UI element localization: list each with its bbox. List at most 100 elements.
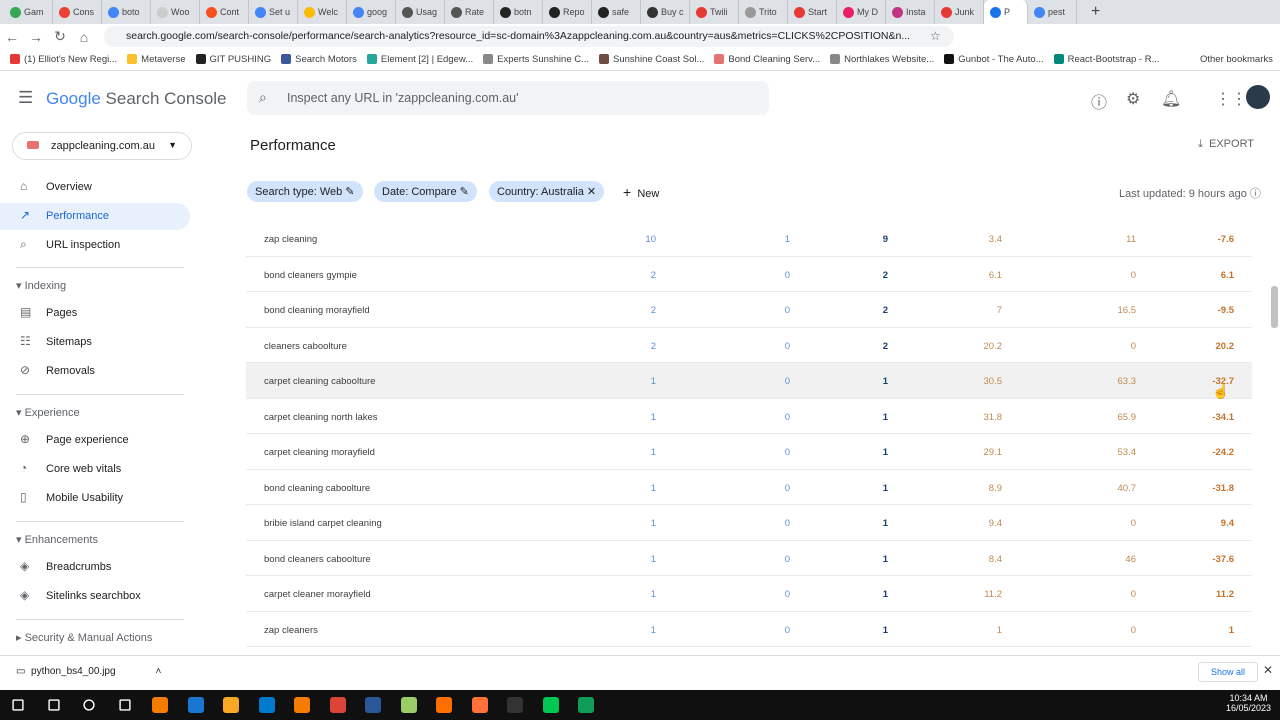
bookmark[interactable]: Experts Sunshine C... — [483, 54, 589, 65]
browser-tab[interactable]: Usag — [396, 0, 445, 24]
browser-tab[interactable]: safe — [592, 0, 641, 24]
bookmark[interactable]: Sunshine Coast Sol... — [599, 54, 704, 65]
sidebar-item-breadcrumbs[interactable]: ◈ Breadcrumbs — [0, 554, 190, 581]
browser-tab[interactable]: Cons — [53, 0, 102, 24]
cortana-taskbar-icon[interactable] — [83, 699, 95, 711]
task-view-taskbar-icon[interactable] — [118, 699, 131, 711]
property-selector[interactable]: zappcleaning.com.au ▼ — [12, 132, 192, 160]
back-icon[interactable]: ← — [0, 29, 24, 45]
bookmark[interactable]: GIT PUSHING — [195, 54, 271, 65]
url-input[interactable]: search.google.com/search-console/perform… — [104, 26, 954, 47]
close-icon[interactable]: ✕ — [1263, 663, 1273, 677]
filter-date[interactable]: Date: Compare ✎ — [374, 181, 477, 202]
table-row[interactable]: carpet cleaning morayfield 1 0 1 29.1 53.4 -24… — [246, 434, 1252, 470]
menu-icon[interactable]: ☰ — [18, 88, 33, 108]
scrollbar[interactable] — [1271, 286, 1278, 328]
url-inspect-input[interactable]: ⌕ Inspect any URL in 'zappcleaning.com.au… — [247, 81, 769, 115]
apps-icon[interactable]: ⋮⋮ — [1215, 89, 1247, 109]
browser-tab[interactable]: Rate — [445, 0, 494, 24]
new-filter-button[interactable]: + New — [623, 184, 659, 200]
bookmark[interactable]: Northlakes Website... — [830, 54, 934, 65]
bookmark[interactable]: Search Motors — [281, 54, 357, 65]
table-row[interactable]: bond cleaners caboolture 1 0 1 8.4 46 -37.6 — [246, 541, 1252, 576]
browser-tab[interactable]: Repo — [543, 0, 592, 24]
table-row[interactable]: bond cleaners gympie 2 0 2 6.1 0 6.1 — [246, 257, 1252, 292]
clock[interactable]: 10:34 AM 16/05/2023 — [1226, 693, 1271, 713]
sidebar-item-removals[interactable]: ⊘ Removals — [0, 358, 190, 385]
edit-icon[interactable]: ✎ — [460, 186, 469, 198]
browser-tab[interactable]: botn — [494, 0, 543, 24]
terminal-taskbar-icon[interactable] — [507, 697, 523, 713]
sidebar-item-mobile-usability[interactable]: ▯ Mobile Usability — [0, 485, 190, 512]
sidebar-item-performance[interactable]: ↗ Performance — [0, 203, 190, 230]
browser-tab[interactable]: goog — [347, 0, 396, 24]
sidebar-item-sitemaps[interactable]: ☷ Sitemaps — [0, 329, 190, 356]
browser-tab[interactable]: Buy c — [641, 0, 690, 24]
app-taskbar-icon[interactable] — [294, 697, 310, 713]
reload-icon[interactable]: ↻ — [48, 28, 72, 45]
help-icon[interactable]: ⓘ — [1091, 89, 1107, 113]
sidebar-item-url-inspection[interactable]: ⌕ URL inspection — [0, 232, 190, 259]
new-tab-icon[interactable]: + — [1091, 3, 1100, 21]
chrome-taskbar-icon[interactable] — [187, 697, 204, 713]
bookmark[interactable]: (1) Elliot's New Regi... — [10, 54, 117, 65]
filter-search-type[interactable]: Search type: Web ✎ — [247, 181, 363, 202]
sidebar-item-sitelinks[interactable]: ◈ Sitelinks searchbox — [0, 583, 190, 610]
browser-tab[interactable]: Junk — [935, 0, 984, 24]
bookmark[interactable]: Metaverse — [127, 54, 186, 65]
browser-tab[interactable]: Start — [788, 0, 837, 24]
bookmark[interactable]: Bond Cleaning Serv... — [714, 54, 820, 65]
illustrator-taskbar-icon[interactable] — [436, 697, 452, 713]
other-bookmarks[interactable]: Other bookmarks — [1200, 54, 1273, 65]
table-row[interactable]: bond cleaning caboolture 1 0 1 8.9 40.7 -31.8 — [246, 470, 1252, 505]
explorer-taskbar-icon[interactable] — [223, 697, 239, 713]
user-settings-icon[interactable]: ⚙ — [1126, 89, 1140, 109]
chevron-up-icon[interactable]: ˄ — [156, 666, 162, 677]
sidebar-item-overview[interactable]: ⌂ Overview — [0, 174, 190, 201]
app-taskbar-icon[interactable] — [152, 697, 168, 713]
browser-tab[interactable]: boto — [102, 0, 151, 24]
table-row[interactable]: carpet cleaner morayfield 1 0 1 11.2 0 11.2 — [246, 576, 1252, 612]
browser-tab[interactable]: Set u — [249, 0, 298, 24]
app-taskbar-icon[interactable] — [542, 697, 559, 713]
section-indexing[interactable]: ▾ Indexing — [16, 279, 66, 292]
browser-tab[interactable]: Gam — [4, 0, 53, 24]
firefox-taskbar-icon[interactable] — [471, 697, 488, 713]
start-taskbar-icon[interactable] — [12, 699, 24, 711]
bookmark[interactable]: React-Bootstrap - R... — [1053, 54, 1160, 65]
vscode-taskbar-icon[interactable] — [258, 697, 275, 713]
download-item[interactable]: ▭ python_bs4_00.jpg ˄ — [16, 666, 161, 677]
calculator-taskbar-icon[interactable] — [578, 697, 594, 713]
table-row[interactable]: zap cleaners 1 0 1 1 0 1 — [246, 612, 1252, 647]
app-taskbar-icon[interactable] — [400, 697, 417, 713]
table-row[interactable]: bond cleaning morayfield 2 0 2 7 16.5 -9.5 — [246, 292, 1252, 328]
bookmark[interactable]: Element [2] | Edgew... — [366, 54, 473, 65]
browser-tab[interactable]: P — [984, 0, 1028, 24]
bell-icon[interactable]: 🔔︎ — [1161, 89, 1181, 109]
browser-tab[interactable]: Welc — [298, 0, 347, 24]
browser-tab[interactable]: pest — [1028, 0, 1077, 24]
show-all-button[interactable]: Show all — [1198, 662, 1259, 682]
sidebar-item-pages[interactable]: ▤ Pages — [0, 300, 190, 327]
browser-tab[interactable]: Trito — [739, 0, 788, 24]
search-taskbar-icon[interactable] — [47, 699, 60, 711]
avatar[interactable] — [1246, 85, 1270, 109]
sidebar-item-core-web-vitals[interactable]: ◔ Core web vitals — [0, 456, 190, 483]
browser-tab[interactable]: Cont — [200, 0, 249, 24]
browser-tab[interactable]: Insta — [886, 0, 935, 24]
table-row[interactable]: bribie island carpet cleaning 1 0 1 9.4 0 9.4 — [246, 505, 1252, 541]
sidebar-item-page-experience[interactable]: ⊕ Page experience — [0, 427, 190, 454]
browser-tab[interactable]: Woo — [151, 0, 200, 24]
export-button[interactable]: ⤓ EXPORT — [1198, 138, 1254, 151]
table-row[interactable]: cleaners caboolture 2 0 2 20.2 0 20.2 — [246, 328, 1252, 363]
section-experience[interactable]: ▾ Experience — [16, 406, 80, 419]
table-row[interactable]: zap cleaning 10 1 9 3.4 11 -7.6 — [246, 221, 1252, 257]
browser-tab[interactable]: My D — [837, 0, 886, 24]
word-taskbar-icon[interactable] — [365, 697, 381, 713]
edit-icon[interactable]: ✎ — [345, 186, 354, 198]
close-icon[interactable]: ✕ — [587, 186, 596, 198]
chrome-taskbar-icon[interactable] — [329, 697, 346, 713]
section-security[interactable]: ▸ Security & Manual Actions — [16, 631, 152, 644]
table-row[interactable]: carpet cleaning caboolture 1 0 1 30.5 63.3 -32… — [246, 363, 1252, 399]
home-icon[interactable]: ⌂ — [72, 29, 96, 45]
